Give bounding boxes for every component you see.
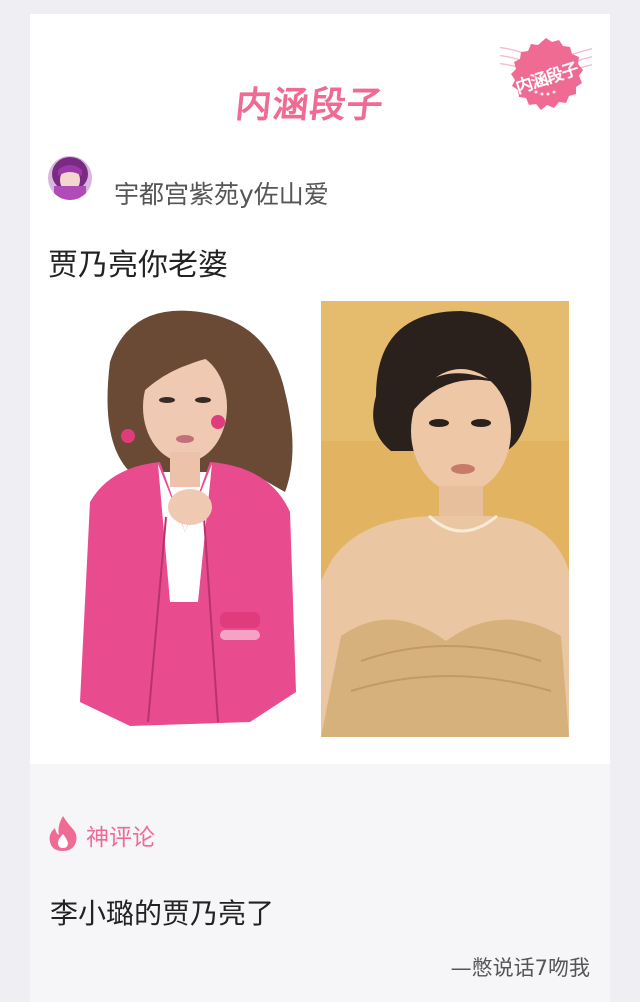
- post-card: 内涵段子 内涵段子 宇都宫紫苑y佐山爱 贾乃亮你老婆 神评论 李小璐的贾乃亮了 …: [30, 14, 610, 1002]
- hot-comment-label: 神评论: [86, 825, 155, 851]
- comment-text: 李小璐的贾乃亮了: [50, 897, 275, 930]
- stamp-icon: 内涵段子: [459, 30, 610, 122]
- app-logo: 内涵段子: [233, 85, 386, 126]
- post-text: 贾乃亮你老婆: [48, 248, 228, 283]
- comment-author[interactable]: —憋说话7吻我: [451, 954, 590, 982]
- author-name[interactable]: 宇都宫紫苑y佐山爱: [114, 178, 329, 212]
- fire-icon: [48, 814, 78, 852]
- post-image-left[interactable]: [70, 302, 306, 736]
- avatar[interactable]: [48, 156, 92, 200]
- post-image-right[interactable]: [321, 301, 569, 737]
- hot-comment-section: 神评论 李小璐的贾乃亮了 —憋说话7吻我: [30, 764, 610, 1002]
